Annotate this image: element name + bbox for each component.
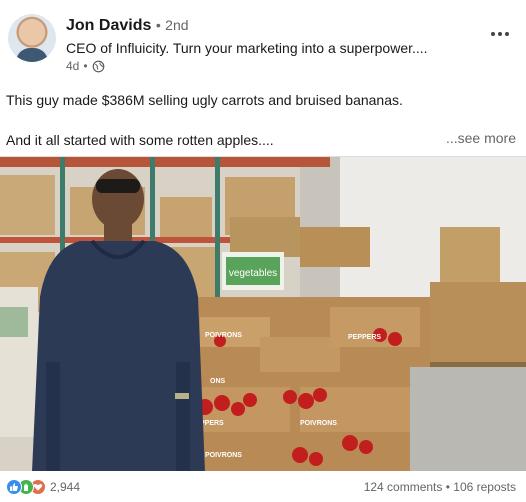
box-label-ons: ONS xyxy=(210,378,226,385)
box-label-poivrons-3: POIVRONS xyxy=(205,452,242,459)
post-age: 4d xyxy=(66,59,80,73)
degree-separator: • xyxy=(155,17,161,33)
stats-separator: • xyxy=(445,480,450,494)
globe-icon xyxy=(92,60,104,72)
see-more-link[interactable]: ...see more xyxy=(446,130,516,146)
social-counts-bar: 2,944 124 comments • 106 reposts xyxy=(0,473,526,502)
like-icon xyxy=(6,479,22,495)
more-options-button[interactable] xyxy=(486,22,514,46)
reactions-summary[interactable]: 2,944 xyxy=(6,479,80,495)
vegetables-box-label: vegetables xyxy=(229,268,277,279)
engagement-stats: 124 comments • 106 reposts xyxy=(364,480,516,494)
post-header: Jon Davids • 2nd CEO of Influicity. Turn… xyxy=(0,0,526,82)
box-label-peppers-1: PEPPERS xyxy=(348,334,381,341)
author-line: Jon Davids • 2nd xyxy=(66,17,189,35)
reposts-count-link[interactable]: 106 reposts xyxy=(453,480,516,494)
author-avatar[interactable] xyxy=(8,14,56,62)
box-label-poivrons-1: POIVRONS xyxy=(205,332,242,339)
connection-degree: 2nd xyxy=(165,17,189,33)
box-label-poivrons-2: POIVRONS xyxy=(300,420,337,427)
post-image[interactable]: vegetables POIVRONS PEPPERS ONS PPERS PO… xyxy=(0,156,526,471)
post-text-line-2: And it all started with some rotten appl… xyxy=(6,132,274,148)
post-body: This guy made $386M selling ugly carrots… xyxy=(6,90,520,148)
post-meta: 4d • xyxy=(66,59,105,73)
more-horizontal-icon xyxy=(491,32,495,36)
author-name[interactable]: Jon Davids xyxy=(66,17,151,34)
box-label-ppers: PPERS xyxy=(200,420,224,427)
meta-separator: • xyxy=(83,59,88,73)
warehouse-photo: vegetables POIVRONS PEPPERS ONS PPERS PO… xyxy=(0,157,526,471)
comments-count-link[interactable]: 124 comments xyxy=(364,480,443,494)
post-text-line-1: This guy made $386M selling ugly carrots… xyxy=(6,92,403,108)
author-headline[interactable]: CEO of Influicity. Turn your marketing i… xyxy=(66,40,428,56)
reactions-count[interactable]: 2,944 xyxy=(50,480,80,494)
